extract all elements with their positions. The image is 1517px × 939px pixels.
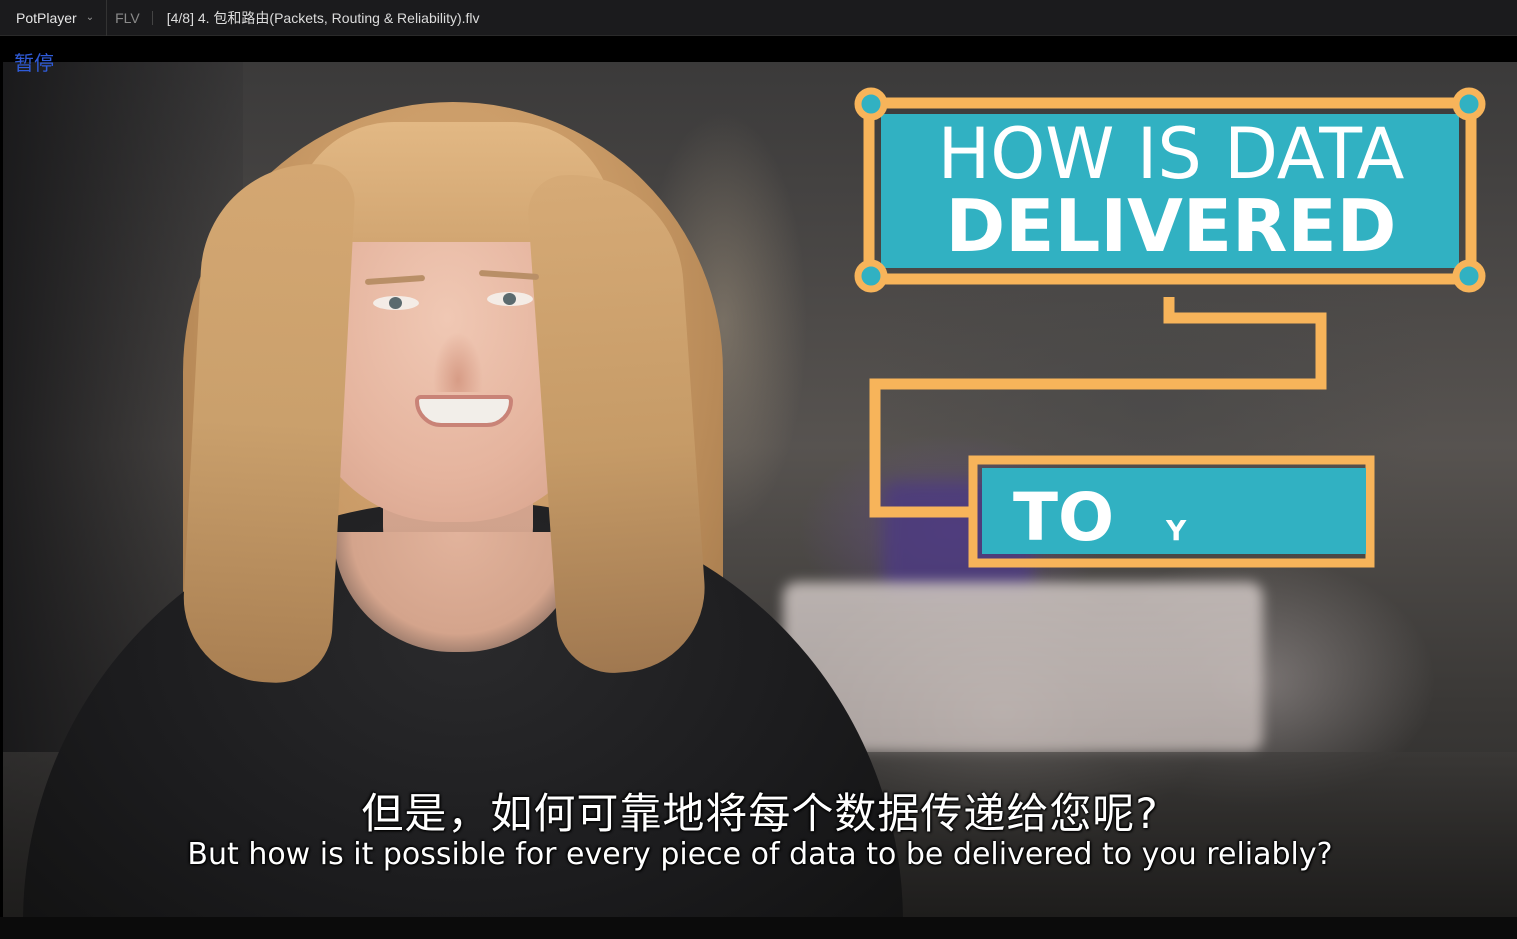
chevron-down-icon: ⌄ (85, 12, 95, 23)
graphic-box2-word1: TO (1013, 479, 1114, 556)
video-area[interactable]: HOW IS DATA DELIVERED TO Y 但是，如何可靠地将每个数据… (0, 37, 1517, 917)
format-label: FLV (115, 9, 140, 26)
graphic-box2-word2: Y (1165, 514, 1187, 547)
bottom-bar (0, 917, 1517, 939)
corner-node-tr (1452, 87, 1486, 121)
subtitle-english: But how is it possible for every piece o… (187, 837, 1333, 872)
corner-node-bl (854, 259, 888, 293)
file-title: [4/8] 4. 包和路由(Packets, Routing & Reliabi… (166, 9, 480, 26)
subtitle-chinese: 但是，如何可靠地将每个数据传递给您呢? (361, 789, 1159, 838)
corner-node-tl (854, 87, 888, 121)
video-frame[interactable]: HOW IS DATA DELIVERED TO Y 但是，如何可靠地将每个数据… (3, 62, 1517, 917)
graphic-line2: DELIVERED (946, 184, 1397, 268)
app-menu-button[interactable]: PotPlayer ⌄ (0, 0, 108, 36)
app-name: PotPlayer (16, 9, 77, 26)
pause-status-osd: 暂停 (14, 51, 54, 75)
corner-node-br (1452, 259, 1486, 293)
title-bar: PotPlayer ⌄ FLV [4/8] 4. 包和路由(Packets, R… (0, 0, 1517, 36)
graphic-line1: HOW IS DATA (938, 113, 1405, 195)
